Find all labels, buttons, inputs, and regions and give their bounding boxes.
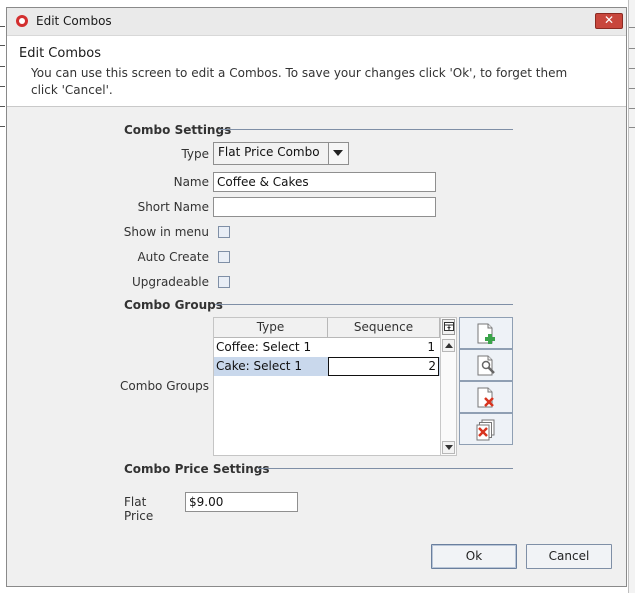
section-separator — [215, 304, 513, 305]
combo-settings-heading: Combo Settings — [124, 123, 232, 137]
background-divider — [629, 27, 635, 28]
type-dropdown-value: Flat Price Combo — [218, 145, 320, 159]
combo-groups-heading: Combo Groups — [124, 298, 223, 312]
arrow-up-icon — [445, 343, 453, 348]
background-divider — [0, 26, 5, 27]
table-cell-type: Coffee: Select 1 — [216, 340, 312, 354]
name-label: Name — [173, 175, 209, 189]
show-in-menu-checkbox[interactable] — [218, 226, 230, 238]
delete-all-groups-button[interactable] — [459, 413, 513, 445]
close-button[interactable]: ✕ — [595, 13, 623, 29]
dropdown-button[interactable] — [328, 143, 348, 164]
delete-all-icon — [476, 419, 495, 441]
edit-combos-dialog: Edit Combos ✕ Edit Combos You can use th… — [6, 7, 627, 587]
scroll-down-button[interactable] — [442, 441, 455, 454]
combo-price-settings-heading: Combo Price Settings — [124, 462, 270, 476]
type-label: Type — [181, 147, 209, 161]
background-divider — [0, 66, 5, 67]
upgradeable-label: Upgradeable — [132, 275, 209, 289]
table-cell-type: Cake: Select 1 — [216, 359, 302, 373]
edit-icon — [477, 355, 495, 376]
background-divider — [0, 86, 5, 87]
short-name-input[interactable] — [213, 197, 436, 217]
delete-icon — [477, 387, 494, 408]
background-divider — [629, 68, 635, 69]
app-icon — [16, 15, 28, 27]
type-dropdown[interactable]: Flat Price Combo — [213, 142, 349, 165]
background-divider — [629, 108, 635, 109]
section-separator — [219, 129, 513, 130]
window-title: Edit Combos — [36, 14, 112, 28]
title-bar[interactable]: Edit Combos ✕ — [7, 8, 626, 36]
delete-group-button[interactable] — [459, 381, 513, 413]
scroll-up-button[interactable] — [442, 339, 455, 352]
auto-create-checkbox[interactable] — [218, 251, 230, 263]
background-divider — [0, 106, 5, 107]
table-cell-sequence: 1 — [427, 340, 435, 354]
combo-groups-label: Combo Groups — [120, 379, 209, 393]
arrow-down-icon — [445, 445, 453, 450]
flat-price-label: Flat Price — [124, 495, 154, 523]
table-row[interactable]: Coffee: Select 1 1 — [214, 338, 440, 357]
show-in-menu-label: Show in menu — [123, 225, 209, 239]
close-icon: ✕ — [603, 13, 615, 27]
column-picker-icon — [444, 322, 454, 331]
vertical-scrollbar[interactable] — [440, 318, 456, 455]
name-input[interactable]: Coffee & Cakes — [213, 172, 436, 192]
column-header-type[interactable]: Type — [214, 318, 328, 338]
flat-price-input[interactable]: $9.00 — [185, 492, 298, 512]
page-title: Edit Combos — [19, 46, 101, 61]
combo-groups-table[interactable]: Type Sequence Coffee: Select 1 1 Cake: S… — [213, 317, 457, 456]
upgradeable-checkbox[interactable] — [218, 276, 230, 288]
section-separator — [258, 468, 513, 469]
chevron-down-icon — [333, 150, 343, 156]
edit-group-button[interactable] — [459, 349, 513, 381]
page-description: You can use this screen to edit a Combos… — [31, 66, 568, 97]
header-panel: Edit Combos You can use this screen to e… — [7, 36, 626, 107]
background-divider — [629, 48, 635, 49]
background-divider — [0, 126, 5, 127]
add-group-button[interactable] — [459, 317, 513, 349]
column-header-sequence[interactable]: Sequence — [328, 318, 440, 338]
ok-button[interactable]: Ok — [431, 544, 517, 569]
background-divider — [0, 45, 5, 46]
background-divider — [629, 127, 635, 128]
background-divider — [629, 88, 635, 89]
add-icon — [477, 323, 495, 344]
table-row-selected[interactable]: Cake: Select 1 2 — [214, 357, 440, 376]
sequence-edit-field[interactable]: 2 — [328, 357, 439, 376]
cancel-button[interactable]: Cancel — [526, 544, 612, 569]
auto-create-label: Auto Create — [137, 250, 209, 264]
column-control-button[interactable] — [442, 319, 455, 335]
short-name-label: Short Name — [137, 200, 209, 214]
